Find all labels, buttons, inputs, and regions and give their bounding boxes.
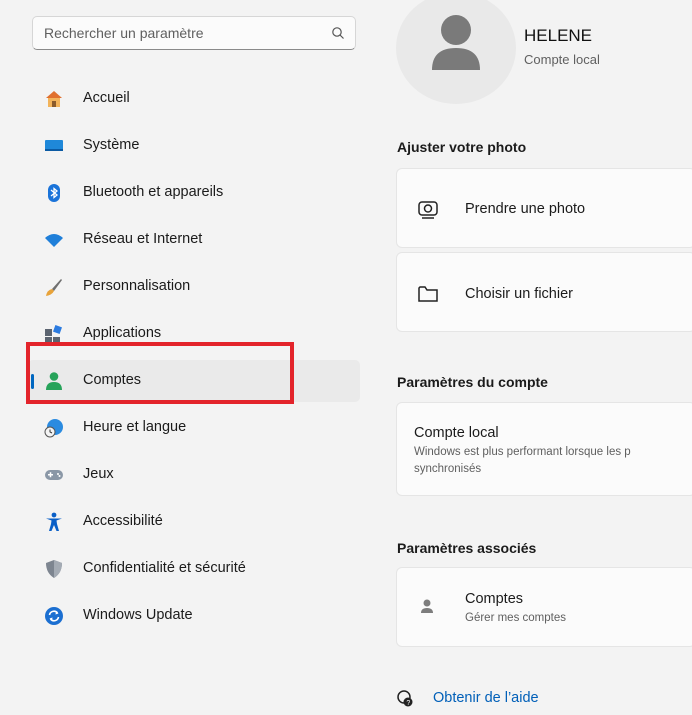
choose-file-label: Choisir un fichier <box>465 286 573 302</box>
sidebar-item-label: Jeux <box>83 466 114 482</box>
monitor-icon <box>45 140 63 151</box>
local-account-description: Windows est plus performant lorsque les … <box>414 446 631 458</box>
related-accounts-link[interactable]: Comptes Gérer mes comptes <box>396 567 692 647</box>
take-photo-button[interactable]: Prendre une photo <box>396 168 692 248</box>
sidebar-item-label: Système <box>83 137 140 153</box>
shield-icon <box>46 560 62 578</box>
sidebar-item-confidentialite[interactable]: Confidentialité et sécurité <box>28 548 360 590</box>
sidebar-item-label: Confidentialité et sécurité <box>83 560 246 576</box>
local-account-description-2: synchronisés <box>414 463 482 475</box>
account-type: Compte local <box>524 52 600 67</box>
section-title-account: Paramètres du compte <box>397 374 548 390</box>
sidebar-item-label: Bluetooth et appareils <box>83 184 224 200</box>
sidebar-item-label: Accueil <box>83 90 130 106</box>
section-title-photo: Ajuster votre photo <box>397 139 527 155</box>
related-accounts-title: Comptes <box>465 591 524 607</box>
sidebar-item-personnalisation[interactable]: Personnalisation <box>28 266 360 308</box>
home-icon <box>46 91 62 107</box>
camera-icon <box>418 201 438 219</box>
search-placeholder: Rechercher un paramètre <box>44 25 204 41</box>
bluetooth-icon <box>48 184 60 202</box>
sidebar-item-bluetooth[interactable]: Bluetooth et appareils <box>28 172 360 214</box>
sidebar: Rechercher un paramètre Accueil Système … <box>0 0 370 715</box>
highlight-box <box>26 342 294 404</box>
section-title-related: Paramètres associés <box>397 540 537 556</box>
sidebar-item-label: Windows Update <box>83 607 193 623</box>
sidebar-item-reseau[interactable]: Réseau et Internet <box>28 219 360 261</box>
folder-icon <box>418 286 438 302</box>
sidebar-item-label: Personnalisation <box>83 278 191 294</box>
search-input[interactable]: Rechercher un paramètre <box>32 16 356 50</box>
sidebar-item-windows-update[interactable]: Windows Update <box>28 595 360 637</box>
svg-text:?: ? <box>406 700 410 707</box>
accessibility-icon <box>46 512 62 531</box>
search-icon <box>332 27 344 39</box>
main-content: HELENE Compte local Ajuster votre photo … <box>370 0 692 715</box>
sidebar-item-accessibilite[interactable]: Accessibilité <box>28 501 360 543</box>
wifi-icon <box>45 234 63 247</box>
sidebar-item-label: Heure et langue <box>83 419 187 435</box>
brush-icon <box>46 279 62 296</box>
user-avatar-icon <box>432 15 480 70</box>
person-icon <box>421 599 433 613</box>
sidebar-item-accueil[interactable]: Accueil <box>28 78 360 120</box>
sidebar-item-heure-langue[interactable]: Heure et langue <box>28 407 360 449</box>
user-name: HELENE <box>524 26 593 45</box>
related-accounts-subtitle: Gérer mes comptes <box>465 612 566 624</box>
sidebar-item-label: Accessibilité <box>83 513 163 529</box>
apps-icon <box>45 325 62 343</box>
local-account-card[interactable]: Compte local Windows est plus performant… <box>396 402 692 496</box>
clock-globe-icon <box>44 419 63 438</box>
get-help-link[interactable]: Obtenir de l’aide <box>433 690 539 706</box>
update-icon <box>45 607 63 625</box>
help-icon: ? <box>397 690 413 707</box>
sidebar-item-jeux[interactable]: Jeux <box>28 454 360 496</box>
choose-file-button[interactable]: Choisir un fichier <box>396 252 692 332</box>
avatar[interactable] <box>396 0 516 104</box>
local-account-title: Compte local <box>414 425 499 441</box>
gamepad-icon <box>45 470 63 480</box>
sidebar-item-label: Applications <box>83 325 162 341</box>
take-photo-label: Prendre une photo <box>465 201 586 217</box>
sidebar-item-systeme[interactable]: Système <box>28 125 360 167</box>
sidebar-item-label: Réseau et Internet <box>83 231 203 247</box>
